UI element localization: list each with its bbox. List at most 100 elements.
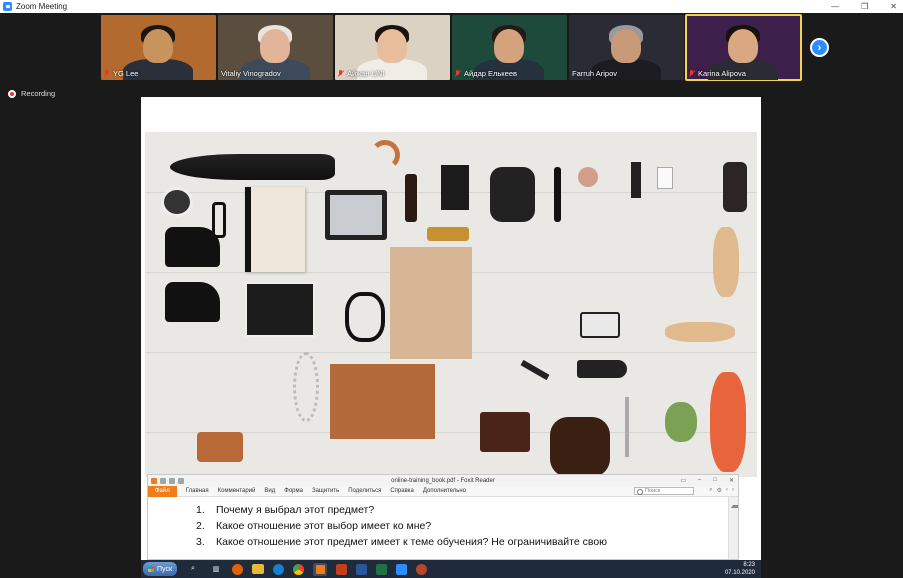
windows-taskbar: Пуск ⌕ ▥ 8:23 07.10.2020: [141, 560, 761, 578]
high-heel-image: [165, 282, 220, 322]
leather-strap-image: [345, 292, 385, 342]
bottle-image: [405, 174, 417, 222]
word-icon[interactable]: [356, 563, 368, 575]
ribbon-toggle-icon[interactable]: ▭: [680, 477, 686, 484]
list-item-number: 2.: [196, 520, 205, 532]
next-page-button[interactable]: ›: [810, 38, 829, 57]
mic-muted-icon: [455, 70, 461, 77]
tab-file[interactable]: Файл: [148, 485, 177, 497]
participant-name-label: Vitaliy Vinogradov: [221, 69, 281, 78]
high-heel-image: [165, 227, 220, 267]
wallet-image: [723, 162, 747, 212]
search-icon[interactable]: ⌕: [709, 487, 712, 494]
participant-tile-active-speaker[interactable]: Karina Alipova: [685, 14, 802, 81]
document-title: online-training_book.pdf - Foxit Reader: [391, 477, 495, 484]
umbrella-handle-image: [370, 140, 400, 170]
list-item-number: 3.: [196, 536, 205, 548]
minimize-button[interactable]: —: [831, 2, 839, 11]
participant-tile[interactable]: Vitaliy Vinogradov: [218, 15, 333, 80]
excel-icon[interactable]: [376, 563, 388, 575]
powerpoint-icon[interactable]: [336, 563, 348, 575]
zoom-icon[interactable]: [396, 563, 408, 575]
close-button[interactable]: ✕: [890, 2, 897, 11]
tab-extras[interactable]: Дополнительно: [423, 488, 466, 494]
list-item-text: Какое отношение этот предмет имеет к тем…: [216, 536, 608, 548]
participant-name: YG Lee: [113, 69, 139, 78]
participant-head: [143, 29, 173, 63]
chrome-icon[interactable]: [293, 563, 305, 575]
participant-tile[interactable]: Айжан UNI: [335, 15, 450, 80]
tab-form[interactable]: Форма: [284, 488, 303, 494]
vertical-scrollbar[interactable]: [728, 497, 738, 559]
artichoke-image: [665, 402, 697, 442]
tab-home[interactable]: Главная: [186, 488, 209, 494]
search-input[interactable]: Поиск: [634, 487, 694, 495]
participant-head: [377, 29, 407, 63]
app-icon[interactable]: [416, 563, 428, 575]
list-item: 1. Почему я выбрал этот предмет?: [196, 502, 607, 518]
clock-time: 8:23: [743, 562, 755, 568]
slide-image-knolling-objects: [145, 132, 757, 477]
restore-button[interactable]: ❐: [861, 2, 868, 11]
participant-name: Farruh Aripov: [572, 69, 618, 78]
wallet-image: [480, 412, 530, 452]
firefox-icon[interactable]: [232, 563, 244, 575]
tab-protect[interactable]: Защитить: [312, 488, 339, 494]
list-item-text: Почему я выбрал этот предмет?: [216, 504, 375, 516]
tab-comment[interactable]: Комментарий: [218, 488, 256, 494]
compact-image: [578, 167, 598, 187]
camera-image: [580, 312, 620, 338]
ribbon-tools: ⌕ ⚙ ‹ ›: [709, 487, 734, 494]
system-clock[interactable]: 8:23 07.10.2020: [725, 561, 755, 577]
magazine-image: [245, 282, 315, 337]
list-item-number: 1.: [196, 504, 205, 516]
wine-bottle-image: [577, 360, 627, 378]
mic-muted-icon: [689, 70, 695, 77]
shoe-tree-image: [713, 227, 739, 297]
question-list: 1. Почему я выбрал этот предмет? 2. Какое …: [196, 502, 607, 550]
mic-muted-icon: [338, 70, 344, 77]
participant-name: Karina Alipova: [698, 69, 746, 78]
start-label: Пуск: [157, 565, 173, 573]
recording-indicator[interactable]: Recording: [8, 89, 55, 98]
minimize-button[interactable]: –: [698, 477, 701, 484]
wallet-image: [197, 432, 243, 462]
foxit-title-bar: online-training_book.pdf - Foxit Reader …: [148, 475, 738, 486]
participant-name-label: Айдар Елькеев: [455, 69, 517, 78]
participant-head: [728, 29, 758, 63]
edge-icon[interactable]: [273, 563, 285, 575]
foxit-ribbon-tabs: Файл Главная Комментарий Вид Форма Защит…: [148, 485, 738, 497]
pdf-page[interactable]: 1. Почему я выбрал этот предмет? 2. Какое …: [148, 497, 738, 559]
shared-screen: online-training_book.pdf - Foxit Reader …: [141, 97, 761, 560]
participant-gallery: YG Lee Vitaliy Vinogradov Айжан UNI Айда…: [0, 13, 903, 83]
participant-tile[interactable]: YG Lee: [101, 15, 216, 80]
task-view-icon[interactable]: ▥: [209, 563, 223, 576]
clutch-image: [330, 364, 435, 439]
jar-image: [657, 167, 673, 189]
paper-bag-image: [390, 247, 472, 359]
tea-tin-image: [441, 165, 469, 210]
search-icon[interactable]: ⌕: [186, 563, 200, 576]
cutlery-image: [625, 397, 629, 457]
mic-muted-icon: [104, 70, 110, 77]
start-button[interactable]: Пуск: [143, 562, 178, 576]
chevron-right-icon: ›: [817, 41, 822, 54]
tab-view[interactable]: Вид: [264, 488, 275, 494]
maximize-button[interactable]: □: [713, 477, 717, 484]
settings-icon[interactable]: ⚙: [717, 487, 722, 494]
participant-head: [494, 29, 524, 63]
foxit-reader-taskbar-icon[interactable]: [313, 562, 328, 576]
forward-icon[interactable]: ›: [732, 487, 734, 494]
participant-tile[interactable]: Farruh Aripov: [569, 15, 684, 80]
window-controls: — ❐ ✕: [831, 0, 897, 13]
foxit-window-controls: ▭ – □ ✕: [680, 477, 734, 484]
list-item-text: Какое отношение этот выбор имеет ко мне?: [216, 520, 432, 532]
tab-help[interactable]: Справка: [390, 488, 414, 494]
tab-share[interactable]: Поделиться: [348, 488, 381, 494]
tin-can-image: [161, 187, 193, 217]
participant-tile[interactable]: Айдар Елькеев: [452, 15, 567, 80]
back-icon[interactable]: ‹: [726, 487, 728, 494]
file-explorer-icon[interactable]: [252, 564, 265, 574]
bag-image: [490, 167, 535, 222]
close-button[interactable]: ✕: [729, 477, 734, 484]
